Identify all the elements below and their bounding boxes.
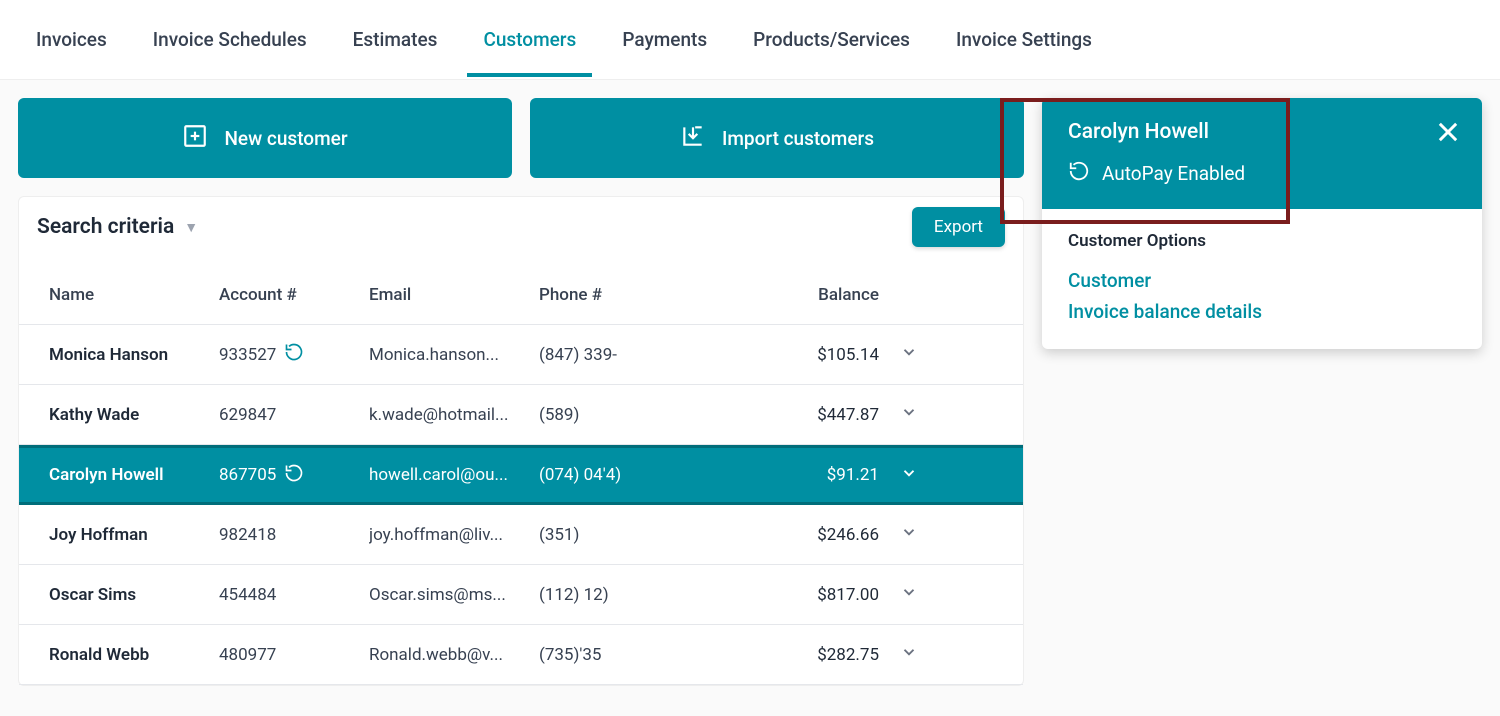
search-criteria-label: Search criteria: [37, 215, 174, 239]
row-expand[interactable]: [879, 403, 939, 426]
plus-square-icon: [182, 123, 208, 154]
new-customer-label: New customer: [224, 127, 347, 150]
table-row[interactable]: Monica Hanson933527Monica.hanson...(847)…: [19, 325, 1023, 385]
import-customers-label: Import customers: [722, 127, 874, 150]
col-account[interactable]: Account #: [219, 285, 369, 305]
import-icon: [680, 123, 706, 154]
customer-options-title: Customer Options: [1068, 231, 1456, 251]
tab-invoices[interactable]: Invoices: [20, 2, 123, 77]
table-row[interactable]: Oscar Sims454484Oscar.sims@ms...(112) 12…: [19, 565, 1023, 625]
customer-link[interactable]: Customer: [1068, 265, 1456, 296]
row-phone: (847) 339-: [539, 345, 739, 365]
customers-panel: Search criteria ▼ Export Name Account # …: [18, 196, 1024, 686]
row-phone: (112) 12): [539, 585, 739, 605]
col-email[interactable]: Email: [369, 285, 539, 305]
row-email: joy.hoffman@liv...: [369, 525, 539, 545]
row-expand[interactable]: [879, 343, 939, 366]
tab-estimates[interactable]: Estimates: [337, 2, 454, 77]
tab-products-services[interactable]: Products/Services: [737, 2, 926, 77]
tab-invoice-settings[interactable]: Invoice Settings: [940, 2, 1108, 77]
row-name: Oscar Sims: [49, 585, 219, 605]
table-row[interactable]: Kathy Wade629847k.wade@hotmail...(589)$4…: [19, 385, 1023, 445]
autopay-refresh-icon: [1068, 160, 1090, 187]
top-tabs: InvoicesInvoice SchedulesEstimatesCustom…: [0, 0, 1500, 80]
row-account: 480977: [219, 645, 369, 665]
table-row[interactable]: Carolyn Howell867705howell.carol@ou...(0…: [19, 445, 1023, 505]
close-panel-button[interactable]: [1434, 118, 1462, 146]
autopay-status-label: AutoPay Enabled: [1102, 162, 1245, 185]
autopay-status: AutoPay Enabled: [1068, 160, 1456, 187]
row-balance: $282.75: [739, 645, 879, 665]
row-name: Monica Hanson: [49, 345, 219, 365]
row-expand[interactable]: [879, 583, 939, 606]
row-balance: $91.21: [739, 465, 879, 485]
row-account: 867705: [219, 463, 369, 488]
row-email: k.wade@hotmail...: [369, 405, 539, 425]
row-expand[interactable]: [879, 523, 939, 546]
new-customer-button[interactable]: New customer: [18, 98, 512, 178]
invoice-balance-link[interactable]: Invoice balance details: [1068, 296, 1456, 327]
row-balance: $246.66: [739, 525, 879, 545]
customer-detail-panel: Carolyn Howell AutoPay Enabled Customer …: [1042, 98, 1482, 349]
autopay-icon: [284, 463, 304, 488]
search-criteria-toggle[interactable]: Search criteria ▼: [37, 215, 198, 239]
row-email: howell.carol@ou...: [369, 465, 539, 485]
table-row[interactable]: Ronald Webb480977Ronald.webb@v...(735)'3…: [19, 625, 1023, 685]
row-account: 982418: [219, 525, 369, 545]
row-expand[interactable]: [879, 643, 939, 666]
table-header: Name Account # Email Phone # Balance: [19, 265, 1023, 325]
row-name: Ronald Webb: [49, 645, 219, 665]
row-email: Ronald.webb@v...: [369, 645, 539, 665]
row-email: Monica.hanson...: [369, 345, 539, 365]
row-account: 629847: [219, 405, 369, 425]
row-balance: $105.14: [739, 345, 879, 365]
export-button[interactable]: Export: [912, 207, 1005, 247]
row-name: Kathy Wade: [49, 405, 219, 425]
row-balance: $447.87: [739, 405, 879, 425]
import-customers-button[interactable]: Import customers: [530, 98, 1024, 178]
row-phone: (074) 04'4): [539, 465, 739, 485]
detail-customer-name: Carolyn Howell: [1068, 120, 1456, 144]
row-expand[interactable]: [879, 464, 939, 487]
autopay-icon: [284, 342, 304, 367]
row-account: 454484: [219, 585, 369, 605]
chevron-down-icon: ▼: [184, 219, 198, 236]
col-balance[interactable]: Balance: [739, 285, 879, 305]
tab-customers[interactable]: Customers: [467, 2, 592, 77]
tab-payments[interactable]: Payments: [606, 2, 723, 77]
row-phone: (589): [539, 405, 739, 425]
row-email: Oscar.sims@ms...: [369, 585, 539, 605]
col-phone[interactable]: Phone #: [539, 285, 739, 305]
row-balance: $817.00: [739, 585, 879, 605]
row-name: Carolyn Howell: [49, 465, 219, 485]
table-row[interactable]: Joy Hoffman982418joy.hoffman@liv...(351)…: [19, 505, 1023, 565]
row-phone: (351): [539, 525, 739, 545]
row-account: 933527: [219, 342, 369, 367]
col-name[interactable]: Name: [49, 285, 219, 305]
tab-invoice-schedules[interactable]: Invoice Schedules: [137, 2, 323, 77]
row-phone: (735)'35: [539, 645, 739, 665]
row-name: Joy Hoffman: [49, 525, 219, 545]
